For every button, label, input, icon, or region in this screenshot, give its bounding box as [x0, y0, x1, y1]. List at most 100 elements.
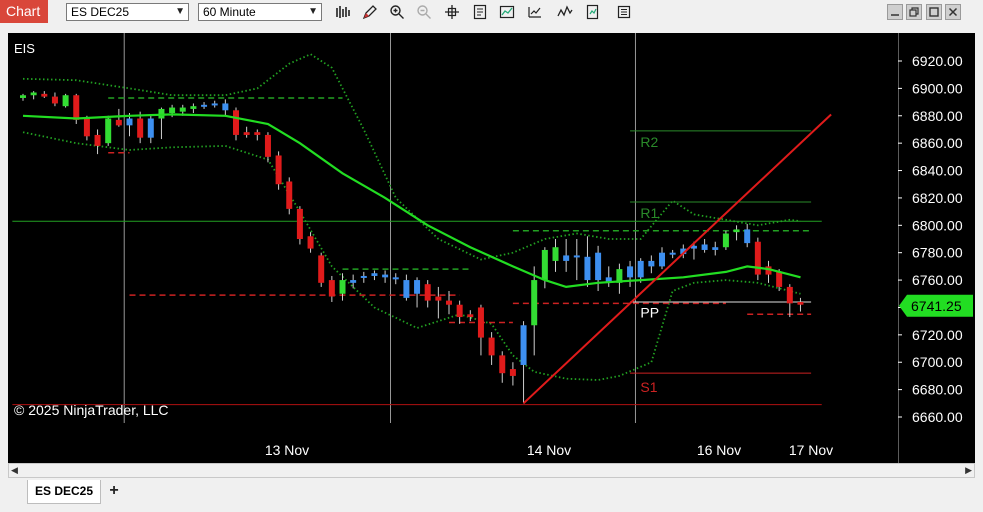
price-levels [12, 97, 822, 406]
candle-body [712, 247, 719, 250]
trend-line [522, 113, 832, 405]
horizontal-scrollbar[interactable]: ◀ ▶ [8, 463, 975, 478]
bars-icon[interactable] [334, 3, 352, 21]
candle-body [83, 118, 90, 137]
minimize-icon [891, 14, 899, 16]
time-tick-label: 17 Nov [789, 442, 833, 458]
candle-body [201, 104, 208, 107]
close-icon [948, 7, 958, 17]
zoom-out-icon[interactable] [415, 3, 433, 21]
candle-body [233, 110, 239, 135]
pencil-icon[interactable] [361, 3, 379, 21]
price-tick-label: 6720.00 [912, 327, 963, 343]
chart-overlays: R2 R1 PP S1 [22, 113, 832, 405]
candle-body [318, 255, 325, 283]
time-axis[interactable]: 13 Nov 14 Nov 16 Nov 17 Nov [265, 442, 833, 458]
price-tick-label: 6860.00 [912, 135, 963, 151]
candle-body [73, 95, 80, 120]
candle-body [541, 249, 548, 281]
candle-body [659, 252, 665, 267]
candle-body [754, 241, 761, 275]
instrument-label: EIS [14, 41, 35, 56]
price-tick-label: 6820.00 [912, 190, 963, 206]
candle-body [243, 132, 250, 135]
candle-body [51, 96, 58, 104]
instrument-selector[interactable]: ES DEC25 ▼ [66, 3, 189, 21]
price-tick-label: 6920.00 [912, 53, 963, 69]
candle-body [30, 92, 37, 96]
price-tick-label: 6700.00 [912, 354, 963, 370]
bollinger-bands [22, 53, 801, 381]
candle-body [147, 118, 154, 138]
maximize-icon [929, 7, 939, 17]
chart-trader-icon[interactable] [556, 3, 574, 21]
interval-selector-value: 60 Minute [203, 5, 256, 19]
candle-body [509, 369, 516, 376]
interval-selector[interactable]: 60 Minute ▼ [198, 3, 322, 21]
candle-body [499, 355, 506, 374]
candle-body [350, 280, 357, 283]
candle-body [137, 118, 144, 138]
scroll-right-icon[interactable]: ▶ [965, 465, 972, 476]
chart-app-tab[interactable]: Chart [0, 0, 48, 23]
candle-body [328, 280, 335, 297]
properties-icon[interactable] [471, 3, 489, 21]
pivot-label-pp: PP [640, 305, 659, 321]
candle-body [275, 155, 282, 185]
add-tab-button[interactable]: + [104, 480, 124, 502]
candle-body [627, 266, 634, 278]
minimize-button[interactable] [887, 4, 903, 20]
price-axis[interactable]: 6920.00 6900.00 6880.00 6860.00 6840.00 6820.… [898, 53, 963, 425]
chart-toolbar: Chart ES DEC25 ▼ 60 Minute ▼ [0, 0, 983, 24]
last-price-label: 6741.25 [911, 298, 962, 314]
candle-body [722, 233, 729, 248]
candle-body [563, 255, 570, 261]
copy-icon[interactable] [584, 3, 602, 21]
price-tick-label: 6840.00 [912, 163, 963, 179]
candle-body [360, 275, 367, 278]
restore-button[interactable] [906, 4, 922, 20]
candle-body [126, 118, 133, 126]
price-chart-canvas[interactable]: R2 R1 PP S1 6920.00 6900.00 6880.00 6860.00 684… [8, 33, 975, 463]
candle-body [339, 280, 346, 294]
candle-body [573, 255, 580, 258]
tab-es-dec25[interactable]: ES DEC25 [27, 480, 101, 504]
strategy-icon[interactable] [498, 3, 516, 21]
candle-body [701, 244, 708, 250]
candle-body [115, 119, 122, 126]
crosshair-icon[interactable] [443, 3, 461, 21]
candle-body [403, 280, 410, 298]
candlestick-series [20, 91, 804, 404]
chart-tab-bar: ES DEC25 + [0, 478, 983, 512]
indicator-icon[interactable] [526, 3, 544, 21]
candle-body [488, 337, 495, 356]
pivot-label-s1: S1 [640, 379, 657, 395]
candle-body [520, 325, 527, 365]
candle-body [435, 296, 442, 301]
price-chart[interactable]: R2 R1 PP S1 6920.00 6900.00 6880.00 6860.00 684… [8, 33, 975, 463]
candle-body [392, 277, 399, 280]
upper-band-line [22, 53, 801, 261]
candle-body [286, 181, 293, 209]
maximize-button[interactable] [926, 4, 942, 20]
close-button[interactable] [945, 4, 961, 20]
candle-body [169, 107, 176, 114]
chevron-down-icon: ▼ [308, 6, 318, 17]
share-icon[interactable] [615, 3, 633, 21]
candle-body [94, 134, 101, 146]
candle-body [105, 118, 112, 144]
restore-icon [909, 7, 919, 17]
candle-body [477, 307, 484, 338]
candle-body [456, 304, 463, 318]
price-tick-label: 6660.00 [912, 409, 963, 425]
candle-body [62, 95, 69, 107]
candle-body [733, 229, 740, 233]
candle-body [584, 256, 591, 281]
time-tick-label: 16 Nov [697, 442, 741, 458]
scroll-left-icon[interactable]: ◀ [11, 465, 18, 476]
candle-body [179, 107, 186, 112]
candle-body [797, 301, 804, 305]
zoom-in-icon[interactable] [388, 3, 406, 21]
price-tick-label: 6800.00 [912, 217, 963, 233]
candle-body [776, 271, 783, 287]
